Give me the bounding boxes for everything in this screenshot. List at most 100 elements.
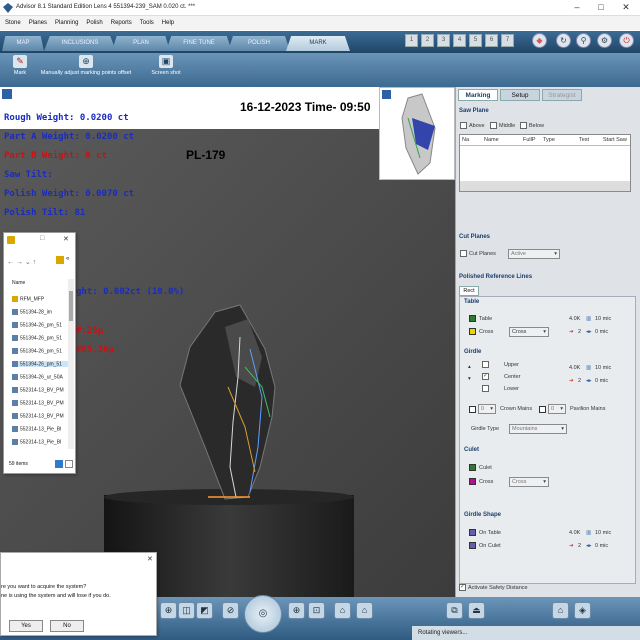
view-top-icon[interactable]: ⌂: [334, 602, 351, 619]
tab-map[interactable]: MAP: [2, 36, 44, 51]
stage-button-6[interactable]: 6: [485, 34, 498, 47]
power-icon[interactable]: ⏻: [619, 33, 634, 48]
culet-cross-select[interactable]: Cross: [509, 477, 549, 487]
zoom-fit-icon[interactable]: ⊕: [160, 602, 177, 619]
list-item[interactable]: 551394-26_pm_51: [12, 348, 70, 354]
shape-offset-value[interactable]: 2: [578, 543, 581, 549]
link-icon[interactable]: ⚲: [576, 33, 591, 48]
shape-width-value[interactable]: 10 mic: [595, 530, 611, 536]
list-item[interactable]: 552314-13_BV_PM: [12, 413, 70, 419]
minimize-button[interactable]: –: [566, 1, 588, 14]
crown-mains-select[interactable]: 0: [478, 404, 496, 414]
pavilion-mains-checkbox[interactable]: [539, 406, 546, 413]
girdle-offset-mic[interactable]: 0 mic: [595, 378, 608, 384]
upper-checkbox[interactable]: [482, 361, 489, 368]
path-overflow[interactable]: «: [66, 256, 69, 262]
girdle-up-icon[interactable]: ▴: [468, 364, 471, 370]
cut-planes-select[interactable]: Active: [508, 249, 560, 259]
menu-planning[interactable]: Planning: [52, 16, 81, 30]
list-item[interactable]: 551394-26_ur_50A: [12, 374, 70, 380]
list-item[interactable]: 552314-13_BV_PM: [12, 400, 70, 406]
tab-marking[interactable]: Marking: [458, 89, 498, 101]
nav-arrows[interactable]: ← → ⌄ ↑: [7, 258, 36, 266]
tab-strategist[interactable]: Strategist: [542, 89, 582, 101]
view-bottom-icon[interactable]: ⌂: [356, 602, 373, 619]
below-checkbox[interactable]: [520, 122, 527, 129]
table-scrollbar[interactable]: [460, 181, 630, 191]
stage-button-4[interactable]: 4: [453, 34, 466, 47]
girdle-offset-value[interactable]: 2: [578, 378, 581, 384]
list-item[interactable]: 551394-26_pm_51: [12, 335, 70, 341]
tab-setup[interactable]: Setup: [500, 89, 540, 101]
list-item[interactable]: 551394-28_im: [12, 309, 70, 315]
tab-plan[interactable]: PLAN: [112, 36, 170, 51]
center-checkbox[interactable]: ✓: [482, 373, 489, 380]
tab-polish[interactable]: POLISH: [228, 36, 290, 51]
mark-button[interactable]: ✎ Mark: [6, 55, 34, 76]
stone-thumbnail[interactable]: [379, 87, 455, 180]
shape-offset-mic[interactable]: 0 mic: [595, 543, 608, 549]
maximize-icon[interactable]: □: [40, 235, 44, 242]
menu-tools[interactable]: Tools: [137, 16, 157, 30]
file-explorer-window[interactable]: □ ✕ ← → ⌄ ↑ « Name RFM_MFP 551394-28_im …: [3, 232, 76, 474]
stage-button-1[interactable]: 1: [405, 34, 418, 47]
rect-subtab[interactable]: Rect: [459, 286, 479, 296]
culet-color-swatch[interactable]: [469, 464, 476, 471]
menu-reports[interactable]: Reports: [108, 16, 135, 30]
gem-view-icon[interactable]: ◈: [574, 602, 591, 619]
zoom-in-icon[interactable]: ⊕: [288, 602, 305, 619]
list-item[interactable]: 551394-26_pm_51: [12, 361, 70, 368]
dialog-close-icon[interactable]: ✕: [147, 555, 153, 563]
cross-color-swatch[interactable]: [469, 328, 476, 335]
view-side-icon[interactable]: ◩: [196, 602, 213, 619]
tab-inclusions[interactable]: INCLUSIONS: [44, 36, 116, 51]
rotate-control[interactable]: ◎: [244, 595, 282, 633]
list-item[interactable]: RFM_MFP: [12, 296, 70, 302]
table-width-value[interactable]: 10 mic: [595, 316, 611, 322]
tiles-view-icon[interactable]: [65, 460, 73, 468]
cross-select[interactable]: Cross: [509, 327, 549, 337]
above-checkbox[interactable]: [460, 122, 467, 129]
zoom-region-icon[interactable]: ⊡: [308, 602, 325, 619]
menu-planes[interactable]: Planes: [26, 16, 50, 30]
home-icon[interactable]: ⌂: [552, 602, 569, 619]
list-item[interactable]: 552314-13_Pie_BI: [12, 439, 70, 445]
no-button[interactable]: No: [50, 620, 84, 632]
layers-icon[interactable]: ⧉: [446, 602, 463, 619]
lower-checkbox[interactable]: [482, 385, 489, 392]
stage-button-2[interactable]: 2: [421, 34, 434, 47]
screenshot-button[interactable]: ▣ Screen shot: [146, 55, 186, 76]
eject-icon[interactable]: ⏏: [468, 602, 485, 619]
culet-cross-swatch[interactable]: [469, 478, 476, 485]
girdle-down-icon[interactable]: ▾: [468, 376, 471, 382]
yes-button[interactable]: Yes: [9, 620, 43, 632]
saw-plane-table[interactable]: Na Name FullP Type Test Start Saw: [459, 134, 631, 192]
list-item[interactable]: 552314-13_Pie_BI: [12, 426, 70, 432]
details-view-icon[interactable]: [55, 460, 63, 468]
hide-lines-icon[interactable]: ⊘: [222, 602, 239, 619]
stage-button-7[interactable]: 7: [501, 34, 514, 47]
on-table-swatch[interactable]: [469, 529, 476, 536]
menu-help[interactable]: Help: [159, 16, 177, 30]
table-offset-mic[interactable]: 0 mic: [595, 329, 608, 335]
close-button[interactable]: ✕: [615, 1, 637, 14]
name-column-header[interactable]: Name: [12, 280, 70, 286]
table-color-swatch[interactable]: [469, 315, 476, 322]
gear-icon[interactable]: ⚙: [597, 33, 612, 48]
girdle-type-select[interactable]: Mountains: [509, 424, 567, 434]
refresh-icon[interactable]: ↻: [556, 33, 571, 48]
stage-button-5[interactable]: 5: [469, 34, 482, 47]
tab-fine-tune[interactable]: FINE TUNE: [166, 36, 232, 51]
menu-stone[interactable]: Stone: [2, 16, 24, 30]
maximize-button[interactable]: □: [590, 1, 612, 14]
activate-safety-checkbox[interactable]: ✓: [459, 584, 466, 591]
menu-polish[interactable]: Polish: [83, 16, 105, 30]
middle-checkbox[interactable]: [490, 122, 497, 129]
pavilion-mains-select[interactable]: 0: [548, 404, 566, 414]
list-item[interactable]: 551394-26_pm_51: [12, 322, 70, 328]
stage-button-3[interactable]: 3: [437, 34, 450, 47]
on-culet-swatch[interactable]: [469, 542, 476, 549]
explorer-scrollbar[interactable]: [68, 279, 74, 449]
table-offset-value[interactable]: 2: [578, 329, 581, 335]
crown-mains-checkbox[interactable]: [469, 406, 476, 413]
